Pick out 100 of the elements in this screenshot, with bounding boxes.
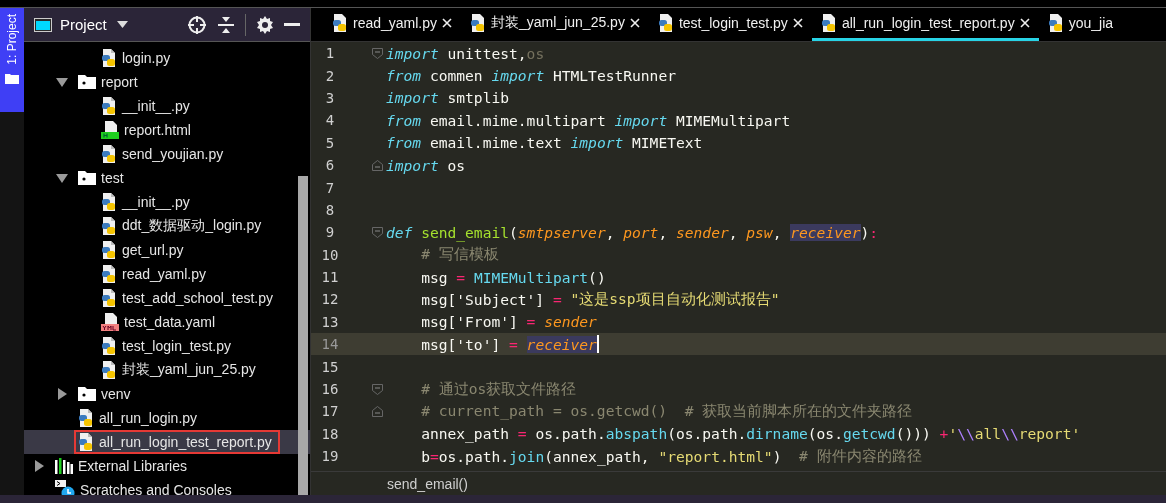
collapsed-arrow-icon[interactable] — [33, 460, 45, 472]
scratches-icon — [55, 480, 75, 495]
tree-item[interactable]: __init__.py — [24, 190, 310, 214]
code-line: msg['to'] = receiver — [420, 335, 599, 354]
python-file-icon — [101, 145, 117, 163]
line-number: 2 — [324, 67, 336, 84]
code-line: from email.mime.text import MIMEText — [386, 134, 703, 152]
tree-item[interactable]: External Libraries — [24, 454, 310, 478]
line-number: 6 — [324, 157, 336, 174]
tree-item[interactable]: all_run_login_test_report.py — [24, 430, 310, 454]
collapse-all-icon[interactable] — [217, 15, 235, 34]
editor-tab[interactable]: read_yaml.py — [323, 8, 462, 41]
line-number: 16 — [320, 381, 340, 398]
close-icon[interactable] — [1019, 18, 1030, 28]
breadcrumb[interactable]: send_email() — [387, 475, 468, 492]
code-line: from email.mime.multipart import MIMEMultipart — [386, 111, 791, 129]
close-icon[interactable] — [442, 18, 453, 28]
tree-item[interactable]: test_data.yaml — [24, 310, 310, 334]
line-number: 10 — [320, 246, 340, 263]
line-number: 14 — [320, 336, 340, 353]
code-line: msg['From'] = sender — [420, 313, 597, 331]
code-line: msg = MIMEMultipart() — [420, 268, 606, 286]
line-number: 3 — [324, 89, 336, 106]
fold-icon[interactable] — [372, 226, 383, 238]
python-file-icon — [657, 14, 674, 32]
python-file-icon — [78, 433, 94, 451]
folder-icon — [78, 387, 96, 401]
code-line: msg['Subject'] = "这是ssp项目自动化测试报告" — [420, 290, 780, 309]
tree-item[interactable]: all_run_login.py — [24, 406, 310, 430]
python-file-icon — [101, 193, 117, 211]
collapsed-arrow-icon[interactable] — [56, 388, 68, 400]
folder-icon — [78, 75, 96, 89]
line-number: 19 — [320, 448, 340, 465]
settings-icon[interactable] — [256, 15, 274, 34]
python-file-icon — [332, 14, 348, 32]
tree-item[interactable]: test_add_school_test.py — [24, 286, 310, 310]
line-number: 8 — [324, 201, 336, 218]
tree-item[interactable]: get_url.py — [24, 238, 310, 262]
tree-item[interactable]: report — [24, 70, 310, 94]
tree-item[interactable]: read_yaml.py — [24, 262, 310, 286]
scrollbar[interactable] — [298, 176, 308, 495]
code-line: b=os.path.join(annex_path, "report.html") # 附件内容的路径 — [420, 446, 922, 466]
python-file-icon — [101, 97, 117, 115]
tree-item[interactable]: __init__.py — [24, 94, 310, 118]
line-number: 7 — [324, 179, 336, 196]
python-file-icon — [101, 241, 117, 259]
line-number: 1 — [324, 45, 336, 62]
crosshair-icon[interactable] — [187, 14, 207, 35]
close-icon[interactable] — [792, 18, 803, 28]
line-number: 13 — [320, 313, 340, 330]
line-number: 15 — [320, 358, 340, 375]
tree-item[interactable]: test_login_test.py — [24, 334, 310, 358]
editor-tab[interactable]: test_login_test.py — [648, 8, 812, 41]
code-line: # 通过os获取文件路径 — [420, 379, 577, 399]
code-line: import unittest,os — [386, 44, 545, 62]
python-file-icon — [101, 337, 117, 355]
tree-item[interactable]: venv — [24, 382, 310, 406]
python-file-icon — [101, 265, 117, 283]
fold-end-icon[interactable] — [372, 159, 383, 171]
code-line: # current_path = os.getcwd() # 获取当前脚本所在的文件夹路径 — [420, 401, 913, 421]
yaml-file-icon — [101, 313, 119, 331]
tree-item[interactable]: login.py — [24, 46, 310, 70]
expanded-arrow-icon[interactable] — [56, 76, 68, 88]
minimize-icon[interactable] — [284, 22, 300, 27]
html-file-icon — [101, 121, 119, 139]
libraries-icon — [55, 458, 73, 474]
tree-item[interactable]: test — [24, 166, 310, 190]
python-file-icon — [1047, 14, 1064, 32]
fold-icon[interactable] — [372, 383, 383, 395]
tree-item[interactable]: 封装_yaml_jun_25.py — [24, 358, 310, 382]
code-line: def send_email(smtpserver, port, sender, psw, receiver): — [386, 223, 879, 241]
python-file-icon — [101, 217, 117, 235]
tree-item[interactable]: report.html — [24, 118, 310, 142]
editor-tab[interactable]: 封装_yaml_jun_25.py — [461, 8, 649, 41]
window-icon — [34, 17, 52, 32]
python-file-icon — [101, 361, 117, 379]
line-number: 12 — [320, 291, 340, 308]
line-number: 4 — [324, 112, 336, 129]
editor-tab[interactable]: you_jia — [1038, 8, 1123, 41]
python-file-icon — [78, 409, 94, 427]
expanded-arrow-icon[interactable] — [56, 172, 68, 184]
line-number: 17 — [320, 403, 340, 420]
line-number: 11 — [320, 269, 340, 286]
python-file-icon — [101, 289, 117, 307]
dropdown-caret-icon[interactable] — [116, 21, 128, 28]
close-icon[interactable] — [629, 18, 640, 28]
code-line: import os — [386, 156, 466, 174]
folder-icon — [78, 171, 96, 185]
editor-tab[interactable]: all_run_login_test_report.py — [811, 8, 1039, 41]
panel-title[interactable]: Project — [60, 16, 107, 33]
project-tool-tab[interactable]: 1: Project — [0, 8, 24, 112]
fold-end-icon[interactable] — [372, 405, 383, 417]
line-number: 18 — [320, 425, 340, 442]
line-number: 9 — [324, 224, 336, 241]
python-file-icon — [101, 49, 117, 67]
tree-item[interactable]: send_youjian.py — [24, 142, 310, 166]
code-line: # 写信模板 — [420, 245, 499, 265]
tree-item[interactable]: ddt_数据驱动_login.py — [24, 214, 310, 238]
fold-icon[interactable] — [372, 47, 383, 59]
tree-item[interactable]: Scratches and Consoles — [24, 478, 310, 495]
